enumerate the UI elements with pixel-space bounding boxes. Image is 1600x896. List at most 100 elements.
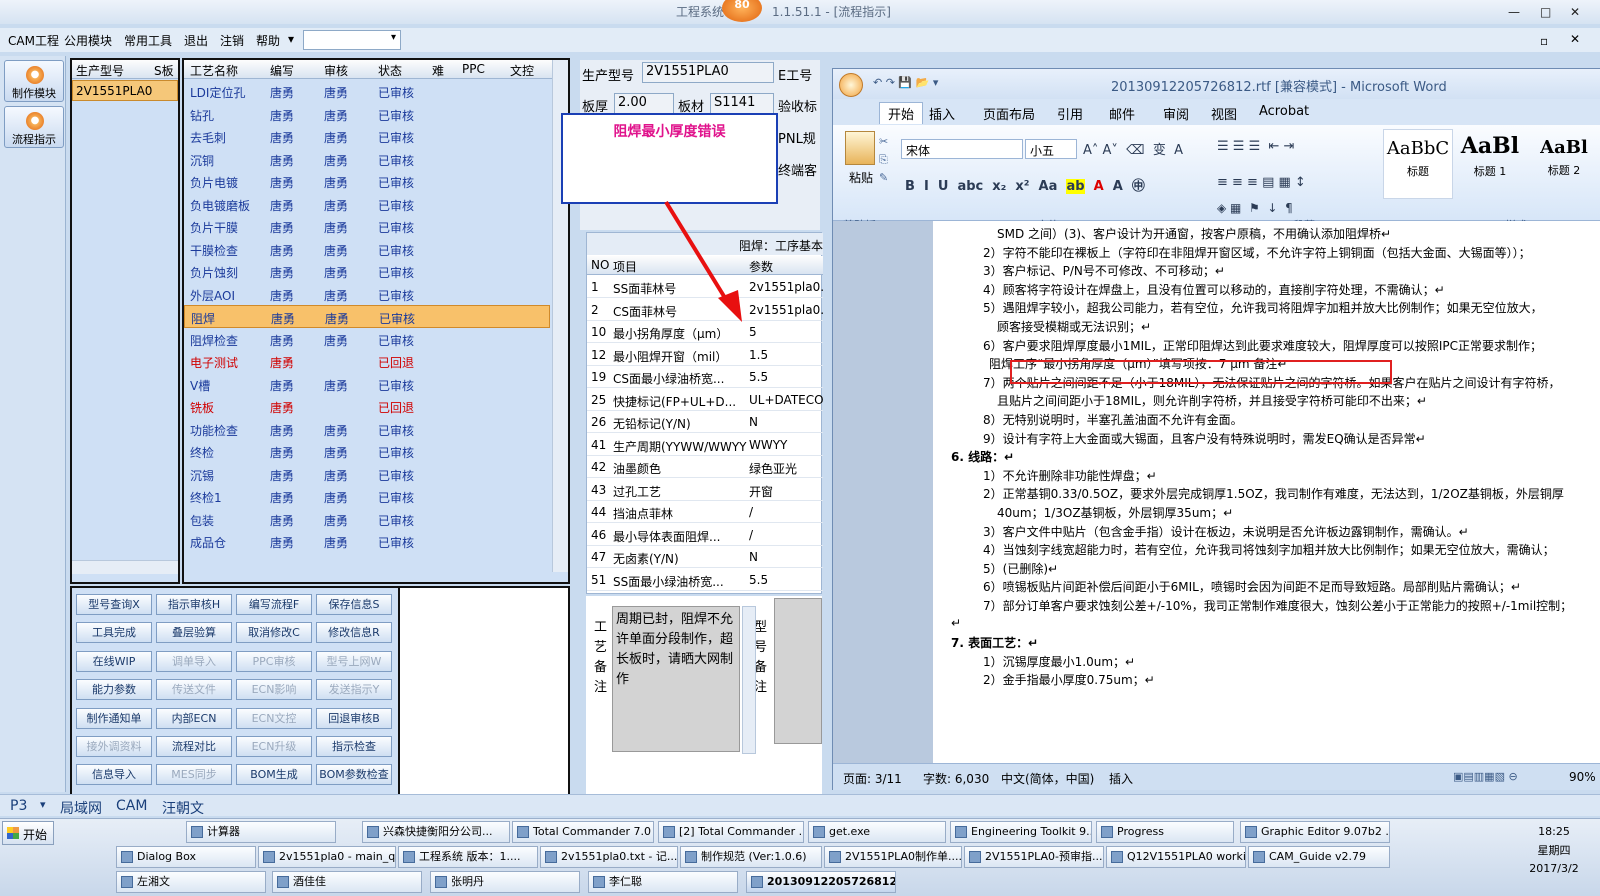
action-button[interactable]: BOM参数检查 [316, 764, 392, 786]
taskbar-button[interactable]: Graphic Editor 9.07b2 ... [1240, 821, 1390, 843]
table-row[interactable]: 沉锡 唐勇 唐勇 已审核 [184, 463, 550, 486]
process-notes-box[interactable]: 周期已封，阻焊不允许单面分段制作，超长板时，请晒大网制作 [612, 606, 740, 752]
table-row[interactable]: 终检1 唐勇 唐勇 已审核 [184, 485, 550, 508]
style-heading1[interactable]: AaBl 标题 1 [1455, 129, 1525, 199]
table-row[interactable]: 25 快捷标记(FP+UL+D... UL+DATECODE [587, 388, 823, 411]
action-button[interactable]: 回退审核B [316, 707, 392, 729]
action-button[interactable]: 内部ECN [156, 707, 232, 729]
table-row[interactable]: 41 生产周期(YYWW/WWYY) WWYY [587, 433, 823, 456]
office-button-icon[interactable] [839, 73, 863, 97]
action-button[interactable]: ECN升级 [236, 736, 312, 757]
action-button[interactable]: 型号查询X [76, 594, 152, 615]
table-row[interactable]: 负片电镀 唐勇 唐勇 已审核 [184, 170, 550, 193]
taskbar-button[interactable]: 2V1551PLA0制作单.... [824, 846, 962, 868]
table-row[interactable]: 包装 唐勇 唐勇 已审核 [184, 508, 550, 531]
notes-vscroll[interactable] [742, 606, 756, 754]
style-gallery[interactable]: AaBbC 标题 AaBl 标题 1 AaBl 标题 2 [1383, 129, 1600, 209]
menu-logout[interactable]: 注销 [220, 32, 244, 49]
minimize-icon[interactable]: — [1508, 0, 1520, 24]
table-row[interactable]: 阻焊 唐勇 唐勇 已审核 [184, 305, 550, 328]
maximize-icon[interactable]: □ [1540, 0, 1551, 24]
action-button[interactable]: 接外调资料 [76, 736, 152, 757]
menu-exit[interactable]: 退出 [184, 32, 208, 49]
ribbon-tab[interactable]: 开始 [879, 102, 924, 124]
font-size-buttons[interactable]: A˄ A˅ ⌫ 变 A [1083, 139, 1183, 158]
taskbar-button[interactable]: 张明丹 [430, 871, 580, 893]
table-row[interactable]: 去毛刺 唐勇 唐勇 已审核 [184, 125, 550, 148]
paste-icon[interactable] [845, 131, 875, 165]
page-indicator[interactable]: 页面: 3/11 [843, 770, 902, 787]
table-row[interactable]: 44 挡油点菲林 / [587, 500, 823, 523]
taskbar-button[interactable]: 计算器 [186, 821, 336, 843]
action-button[interactable]: 信息导入 [76, 764, 152, 786]
table-row[interactable]: 19 CS面最小绿油桥宽... 5.5 [587, 365, 823, 388]
chevron-down-icon[interactable]: ▾ [288, 32, 294, 46]
table-row[interactable]: 12 最小阻焊开窗（mil） 1.5 [587, 343, 823, 366]
action-button[interactable]: 发送指示Y [316, 679, 392, 701]
action-button[interactable]: 编写流程F [236, 594, 312, 615]
action-button[interactable]: 传送文件 [156, 679, 232, 701]
table-row[interactable]: 负片蚀刻 唐勇 唐勇 已审核 [184, 260, 550, 283]
action-button[interactable]: 在线WIP [76, 650, 152, 672]
nav-make-module[interactable]: ● 制作模块 [4, 60, 64, 102]
language-indicator[interactable]: 中文(简体，中国) [1001, 770, 1094, 787]
taskbar-button[interactable]: 左湘文 [116, 871, 266, 893]
table-row[interactable]: 电子测试 唐勇 已回退 [184, 350, 550, 373]
taskbar-button[interactable]: Total Commander 7.0 ... [512, 821, 654, 843]
action-button[interactable]: BOM生成 [236, 764, 312, 786]
table-row[interactable]: 铣板 唐勇 已回退 [184, 395, 550, 418]
chevron-down-icon[interactable]: ▾ [40, 798, 46, 811]
quick-access-icons[interactable]: ↶ ↷ 💾 📂 ▾ [873, 76, 938, 89]
table-row[interactable]: 负电镀磨板 唐勇 唐勇 已审核 [184, 193, 550, 216]
status-page[interactable]: P3 [10, 798, 27, 814]
action-button[interactable]: 调单导入 [156, 650, 232, 672]
action-button[interactable]: PPC审核 [236, 650, 312, 672]
table-row[interactable]: LDI定位孔 唐勇 唐勇 已审核 [184, 80, 550, 103]
action-button[interactable]: 流程对比 [156, 736, 232, 757]
table-row[interactable]: 功能检查 唐勇 唐勇 已审核 [184, 418, 550, 441]
clipboard-icons[interactable]: ✂ ⎘ ✎ [879, 133, 888, 187]
paragraph-extra-icons[interactable]: ◈ ▦ ⚑ ↓ ¶ [1217, 201, 1293, 215]
table-row[interactable]: 26 无铅标记(Y/N) N [587, 410, 823, 433]
table-row[interactable]: 外层AOI 唐勇 唐勇 已审核 [184, 283, 550, 306]
table-row[interactable]: 钻孔 唐勇 唐勇 已审核 [184, 103, 550, 126]
table-row[interactable]: V槽 唐勇 唐勇 已审核 [184, 373, 550, 396]
action-button[interactable]: 叠层验算 [156, 622, 232, 644]
ribbon-tab[interactable]: 审阅 [1163, 104, 1189, 123]
action-button[interactable]: 工具完成 [76, 622, 152, 644]
paragraph-align-icons[interactable]: ≡ ≡ ≡ ▤ ▦ ↕ [1217, 175, 1306, 190]
taskbar-button[interactable]: Engineering Toolkit 9.... [950, 821, 1092, 843]
insert-mode[interactable]: 插入 [1109, 770, 1133, 787]
table-row[interactable]: 负片干膜 唐勇 唐勇 已审核 [184, 215, 550, 238]
ribbon-tab[interactable]: 插入 [929, 104, 955, 123]
font-name-select[interactable]: 宋体 [901, 139, 1023, 159]
action-button[interactable]: 型号上网W [316, 650, 392, 672]
model-row[interactable]: 2V1551PLA0 [72, 80, 178, 101]
table-row[interactable]: 43 过孔工艺 开窗 [587, 478, 823, 501]
action-button[interactable]: MES同步 [156, 764, 232, 786]
table-row[interactable]: 46 最小导体表面阻焊... / [587, 523, 823, 546]
model-notes-box[interactable] [774, 598, 822, 744]
action-button[interactable]: 指示审核H [156, 594, 232, 615]
thickness-field[interactable]: 2.00 [614, 93, 674, 114]
taskbar-button[interactable]: [2] Total Commander ... [658, 821, 804, 843]
style-title[interactable]: AaBbC 标题 [1383, 129, 1453, 199]
paste-label[interactable]: 粘贴 [849, 169, 873, 186]
clock[interactable]: 18:25 星期四 2017/3/2 [1508, 821, 1600, 895]
taskbar-button[interactable]: 李仁聪 [588, 871, 738, 893]
taskbar-button[interactable]: 20130912205726812.... [746, 871, 896, 893]
taskbar-button[interactable]: get.exe [808, 821, 946, 843]
taskbar-button[interactable]: 2v1551pla0 - main_qa [258, 846, 396, 868]
paragraph-list-icons[interactable]: ☰ ☰ ☰ ⇤ ⇥ [1217, 139, 1294, 154]
action-button[interactable]: ECN影响 [236, 679, 312, 701]
mdi-restore-icon[interactable]: ▫ [1540, 34, 1548, 48]
action-button[interactable]: 指示检查 [316, 736, 392, 757]
table-row[interactable]: 干膜检查 唐勇 唐勇 已审核 [184, 238, 550, 261]
table-row[interactable]: 47 无卤素(Y/N) N [587, 545, 823, 568]
table-row[interactable]: 终检 唐勇 唐勇 已审核 [184, 440, 550, 463]
ribbon-tab[interactable]: 视图 [1211, 104, 1237, 123]
menu-help[interactable]: 帮助 [256, 32, 280, 49]
taskbar-button[interactable]: 2v1551pla0.txt - 记... [540, 846, 678, 868]
mdi-close-icon[interactable]: ✕ [1570, 32, 1580, 46]
table-row[interactable]: 阻焊检查 唐勇 唐勇 已审核 [184, 328, 550, 351]
